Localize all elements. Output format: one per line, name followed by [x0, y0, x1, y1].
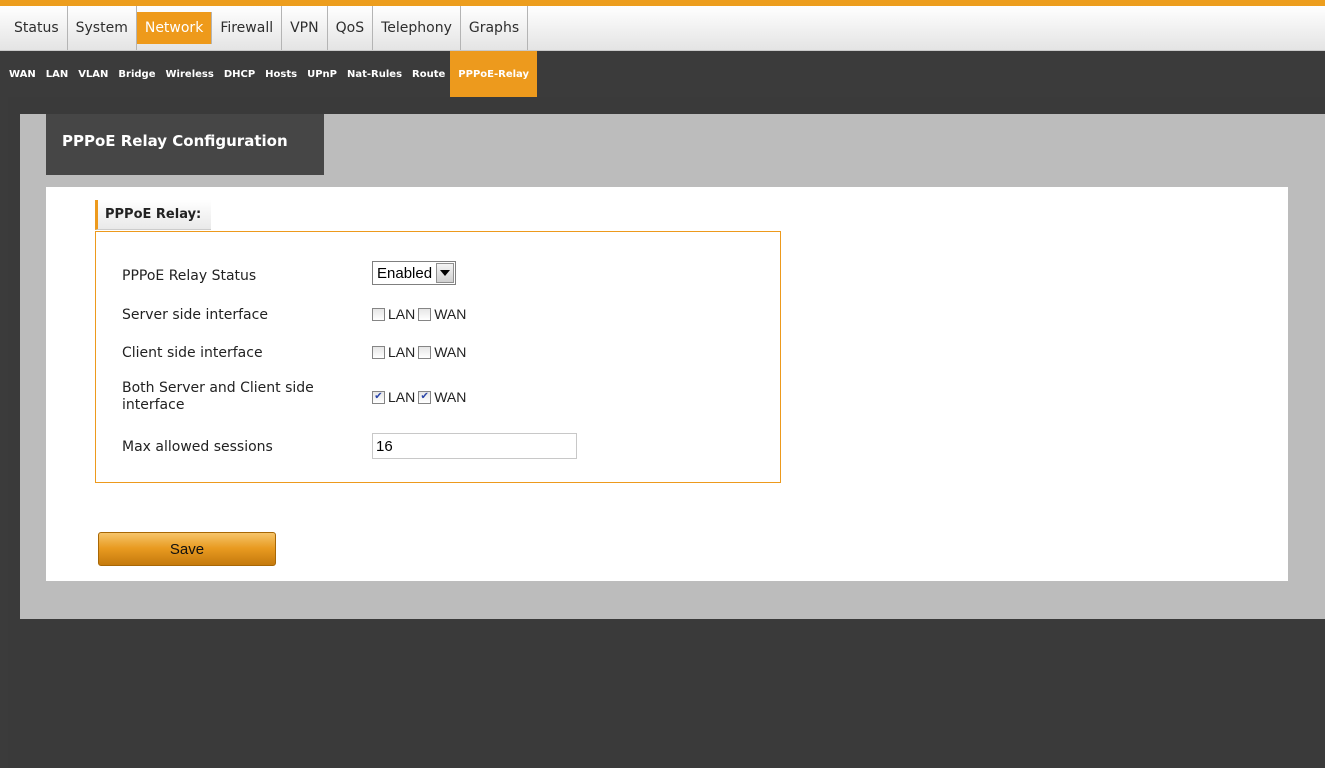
tab-telephony[interactable]: Telephony	[373, 6, 461, 50]
tab-firewall[interactable]: Firewall	[212, 6, 283, 50]
max-sessions-input[interactable]: 16	[372, 433, 577, 459]
subtab-wan[interactable]: WAN	[4, 51, 41, 97]
subtab-nat-rules[interactable]: Nat-Rules	[342, 51, 407, 97]
server-side-label: Server side interface	[122, 307, 268, 323]
client-side-control: LAN WAN	[372, 344, 469, 360]
relay-status-control: Enabled	[372, 261, 457, 285]
subtab-vlan[interactable]: VLAN	[73, 51, 113, 97]
relay-status-select[interactable]: Enabled	[372, 261, 457, 285]
sub-navigation: WAN LAN VLAN Bridge Wireless DHCP Hosts …	[0, 51, 1325, 97]
client-side-label: Client side interface	[122, 345, 263, 361]
main-navigation: Status System Network Firewall VPN QoS T…	[0, 6, 1325, 51]
subtab-wireless[interactable]: Wireless	[161, 51, 219, 97]
relay-status-value: Enabled	[377, 264, 433, 282]
both-side-lan-checkbox[interactable]: ✔	[372, 390, 385, 404]
section-title: PPPoE Relay:	[95, 200, 212, 230]
server-side-lan-checkbox[interactable]	[372, 307, 385, 321]
page-title: PPPoE Relay Configuration	[46, 114, 324, 175]
both-side-lan-label: LAN	[388, 389, 416, 405]
client-side-lan-label: LAN	[388, 344, 416, 360]
tab-system[interactable]: System	[68, 6, 137, 50]
subtab-upnp[interactable]: UPnP	[302, 51, 342, 97]
relay-status-label: PPPoE Relay Status	[122, 268, 257, 284]
subtab-route[interactable]: Route	[407, 51, 450, 97]
dropdown-arrow-icon[interactable]	[436, 263, 455, 283]
client-side-wan-checkbox[interactable]	[418, 345, 432, 359]
save-button[interactable]: Save	[98, 532, 276, 566]
subtab-hosts[interactable]: Hosts	[260, 51, 302, 97]
tab-vpn[interactable]: VPN	[282, 6, 328, 50]
subtab-bridge[interactable]: Bridge	[113, 51, 160, 97]
pppoe-relay-fieldset: PPPoE Relay Status Enabled Server side i…	[95, 231, 781, 483]
server-side-wan-label: WAN	[434, 306, 467, 322]
both-side-wan-checkbox[interactable]: ✔	[418, 390, 432, 404]
both-side-label: Both Server and Client side interface	[122, 380, 314, 413]
subtab-pppoe-relay[interactable]: PPPoE-Relay	[450, 51, 538, 97]
both-side-control: ✔ LAN ✔ WAN	[372, 389, 469, 405]
subtab-lan[interactable]: LAN	[41, 51, 73, 97]
content-panel: PPPoE Relay Configuration PPPoE Relay: P…	[20, 114, 1325, 619]
max-sessions-control: 16	[372, 433, 577, 459]
tab-qos[interactable]: QoS	[328, 6, 374, 50]
server-side-lan-label: LAN	[388, 306, 416, 322]
both-side-wan-label: WAN	[434, 389, 467, 405]
form-container: PPPoE Relay: PPPoE Relay Status Enabled …	[46, 187, 1288, 581]
server-side-wan-checkbox[interactable]	[418, 307, 432, 321]
subtab-dhcp[interactable]: DHCP	[219, 51, 260, 97]
server-side-control: LAN WAN	[372, 306, 469, 322]
max-sessions-label: Max allowed sessions	[122, 439, 273, 455]
tab-graphs[interactable]: Graphs	[461, 6, 529, 50]
tab-status[interactable]: Status	[8, 6, 68, 50]
client-side-lan-checkbox[interactable]	[372, 345, 385, 359]
tab-network[interactable]: Network	[136, 12, 213, 44]
client-side-wan-label: WAN	[434, 344, 467, 360]
